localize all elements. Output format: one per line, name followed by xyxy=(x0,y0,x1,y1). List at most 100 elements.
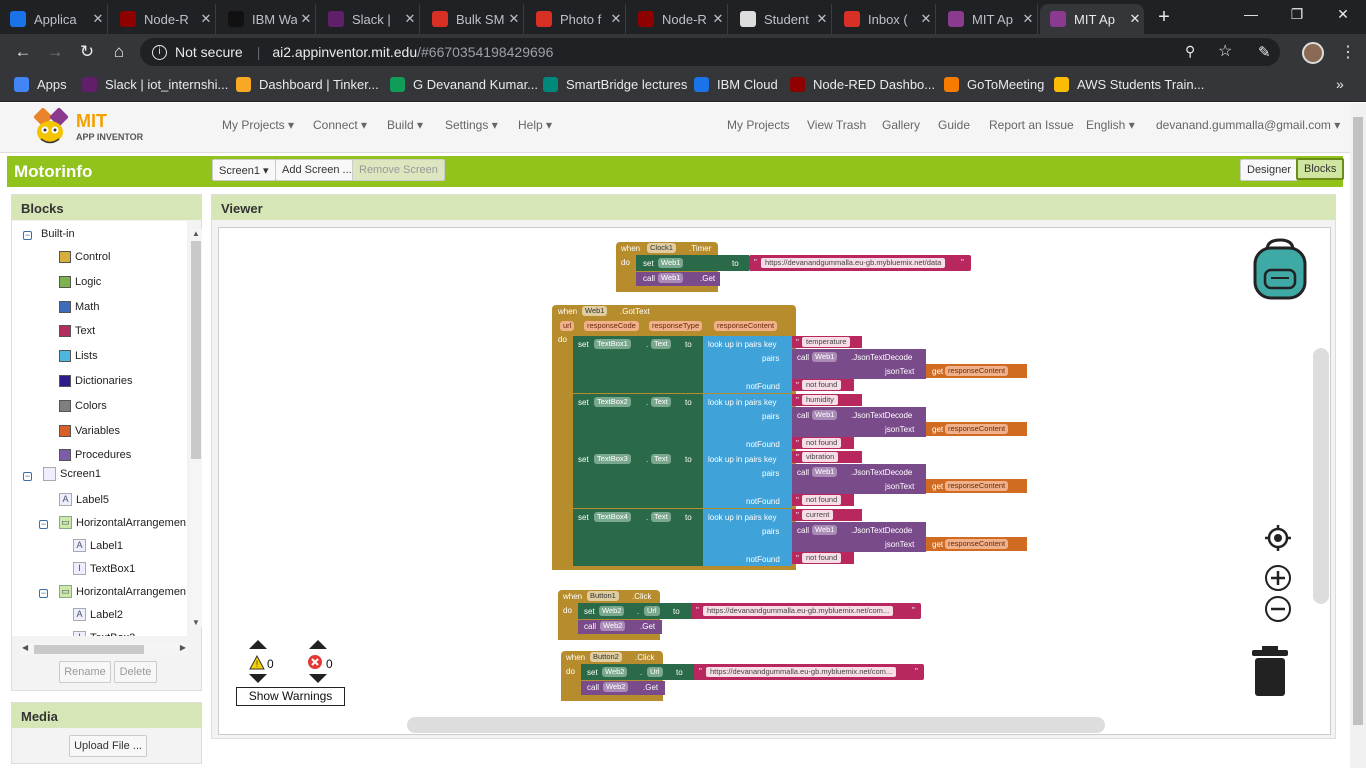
address-bar[interactable]: i Not secure | ai2.appinventor.mit.edu /… xyxy=(140,38,1280,66)
top-menu-item[interactable]: Connect ▾ xyxy=(313,118,367,132)
browser-tab[interactable]: Slack | ✕ xyxy=(318,4,420,34)
top-menu-link[interactable]: My Projects xyxy=(727,118,790,132)
event-component-dropdown[interactable]: Clock1 xyxy=(647,243,676,253)
event-parameter[interactable]: responseType xyxy=(649,321,703,331)
rename-button[interactable]: Rename xyxy=(59,661,111,683)
tab-close-icon[interactable]: ✕ xyxy=(607,11,625,27)
set-component-dropdown[interactable]: Web2 xyxy=(599,606,625,616)
top-menu-link[interactable]: Report an Issue xyxy=(989,118,1074,132)
browser-tab[interactable]: Inbox (✕ xyxy=(834,4,936,34)
bookmark-item[interactable]: IBM Cloud xyxy=(694,77,778,92)
bookmark-item[interactable]: GoToMeeting xyxy=(944,77,1044,92)
zoom-out-icon[interactable] xyxy=(1264,595,1292,623)
browser-tab[interactable]: IBM Wa ✕ xyxy=(218,4,316,34)
screen-collapse-icon[interactable]: − xyxy=(23,472,32,481)
notfound-text-value[interactable]: not found xyxy=(802,437,842,448)
top-menu-link[interactable]: devanand.gummalla@gmail.com ▾ xyxy=(1156,118,1340,132)
textbox-dropdown[interactable]: TextBox2 xyxy=(594,396,631,407)
builtin-drawer-item[interactable]: Lists xyxy=(59,350,98,363)
blocks-workspace[interactable]: when Clock1 .Timer do set Web1. Url to " https://… xyxy=(218,227,1331,735)
designer-button[interactable]: Designer xyxy=(1240,159,1299,181)
browser-menu-icon[interactable]: ⋮ xyxy=(1340,42,1356,62)
new-tab-button[interactable]: + xyxy=(1152,6,1176,30)
web-component-dropdown[interactable]: Web1 xyxy=(812,409,838,420)
forward-icon[interactable]: → xyxy=(44,42,66,62)
bookmark-item[interactable]: SmartBridge lectures xyxy=(543,77,687,92)
top-menu-item[interactable]: Settings ▾ xyxy=(445,118,498,132)
browser-tab[interactable]: MIT Ap ✕ xyxy=(938,4,1038,34)
url-text-value[interactable]: https://devanandgummalla.eu-gb.mybluemix… xyxy=(706,667,897,677)
set-component-dropdown[interactable]: Web2 xyxy=(602,667,628,677)
event-parameter[interactable]: url xyxy=(560,321,575,331)
maximize-button[interactable]: ❐ xyxy=(1282,6,1312,23)
top-menu-item[interactable]: Build ▾ xyxy=(387,118,423,132)
component-item[interactable]: I TextBox1 xyxy=(73,562,135,575)
web-component-dropdown[interactable]: Web1 xyxy=(812,467,838,477)
remove-screen-button[interactable]: Remove Screen xyxy=(352,159,445,181)
browser-tab[interactable]: Applica ✕ xyxy=(0,4,108,34)
tab-close-icon[interactable]: ✕ xyxy=(1019,11,1037,27)
textbox-property-dropdown[interactable]: Text xyxy=(651,511,671,522)
builtin-collapse-icon[interactable]: − xyxy=(23,231,32,240)
tab-close-icon[interactable]: ✕ xyxy=(401,11,419,27)
browser-tab[interactable]: Node-R ✕ xyxy=(628,4,728,34)
browser-tab[interactable]: MIT Ap ✕ xyxy=(1040,4,1144,34)
back-icon[interactable]: ← xyxy=(12,42,34,62)
home-icon[interactable]: ⌂ xyxy=(108,42,130,62)
set-component-dropdown[interactable]: Web1 xyxy=(658,258,684,268)
edit-pen-icon[interactable]: ✎ xyxy=(1258,43,1271,61)
key-text-value[interactable]: current xyxy=(802,509,834,520)
textbox-dropdown[interactable]: TextBox4 xyxy=(594,511,631,522)
call-component-dropdown[interactable]: Web2 xyxy=(600,621,626,631)
info-icon[interactable]: i xyxy=(152,44,167,60)
bookmark-item[interactable]: Slack | iot_internshi... xyxy=(82,77,228,92)
textbox-property-dropdown[interactable]: Text xyxy=(651,396,671,407)
screen-select-button[interactable]: Screen1 ▾ xyxy=(212,159,276,181)
builtin-drawer-item[interactable]: Variables xyxy=(59,424,120,437)
key-text-value[interactable]: vibration xyxy=(802,452,839,462)
textbox-dropdown[interactable]: TextBox1 xyxy=(594,339,631,349)
event-parameter[interactable]: responseContent xyxy=(714,321,778,331)
bookmark-item[interactable]: Dashboard | Tinker... xyxy=(236,77,379,92)
recenter-icon[interactable] xyxy=(1264,524,1292,552)
zoom-icon[interactable]: ⚲ xyxy=(1185,43,1195,60)
screen-item[interactable]: Screen1 xyxy=(43,467,101,481)
builtin-drawer-item[interactable]: Procedures xyxy=(59,449,131,462)
event-component-dropdown[interactable]: Button1 xyxy=(587,591,619,601)
minimize-button[interactable]: — xyxy=(1236,6,1266,22)
errors-toggle-up-icon[interactable] xyxy=(309,640,327,649)
tab-close-icon[interactable]: ✕ xyxy=(505,11,523,27)
web-component-dropdown[interactable]: Web1 xyxy=(812,524,838,535)
builtin-drawer-item[interactable]: Colors xyxy=(59,399,107,412)
bookmark-item[interactable]: Node-RED Dashbo... xyxy=(790,77,935,92)
warnings-toggle-down-icon[interactable] xyxy=(249,674,267,683)
variable-dropdown[interactable]: responseContent xyxy=(945,538,1009,549)
browser-tab[interactable]: Bulk SM ✕ xyxy=(422,4,524,34)
reload-icon[interactable]: ↻ xyxy=(76,42,98,62)
builtin-drawer-item[interactable]: Dictionaries xyxy=(59,375,132,387)
top-menu-link[interactable]: Gallery xyxy=(882,118,920,132)
add-screen-button[interactable]: Add Screen ... xyxy=(275,159,359,181)
component-item[interactable]: A Label2 xyxy=(73,608,123,621)
tab-close-icon[interactable]: ✕ xyxy=(917,11,935,27)
variable-dropdown[interactable]: responseContent xyxy=(945,366,1009,376)
close-window-button[interactable]: ✕ xyxy=(1328,6,1358,23)
arrangement-collapse-icon[interactable]: − xyxy=(39,520,48,529)
tab-close-icon[interactable]: ✕ xyxy=(1126,11,1144,27)
component-item[interactable]: ▭ HorizontalArrangemen xyxy=(59,516,186,529)
errors-toggle-down-icon[interactable] xyxy=(309,674,327,683)
browser-tab[interactable]: Node-R ✕ xyxy=(110,4,216,34)
blocks-button[interactable]: Blocks xyxy=(1296,158,1345,180)
builtin-drawer-item[interactable]: Control xyxy=(59,251,110,263)
browser-tab[interactable]: Photo f ✕ xyxy=(526,4,626,34)
event-parameter[interactable]: responseCode xyxy=(584,321,639,331)
top-menu-link[interactable]: English ▾ xyxy=(1086,118,1135,132)
set-property-dropdown[interactable]: Url xyxy=(647,667,663,677)
workspace-horizontal-scrollbar[interactable] xyxy=(407,717,1105,733)
notfound-text-value[interactable]: not found xyxy=(802,495,842,505)
show-warnings-button[interactable]: Show Warnings xyxy=(236,687,345,706)
page-scrollbar[interactable] xyxy=(1350,103,1366,768)
variable-dropdown[interactable]: responseContent xyxy=(945,423,1009,434)
key-text-value[interactable]: temperature xyxy=(802,337,851,347)
arrangement-collapse-icon[interactable]: − xyxy=(39,589,48,598)
